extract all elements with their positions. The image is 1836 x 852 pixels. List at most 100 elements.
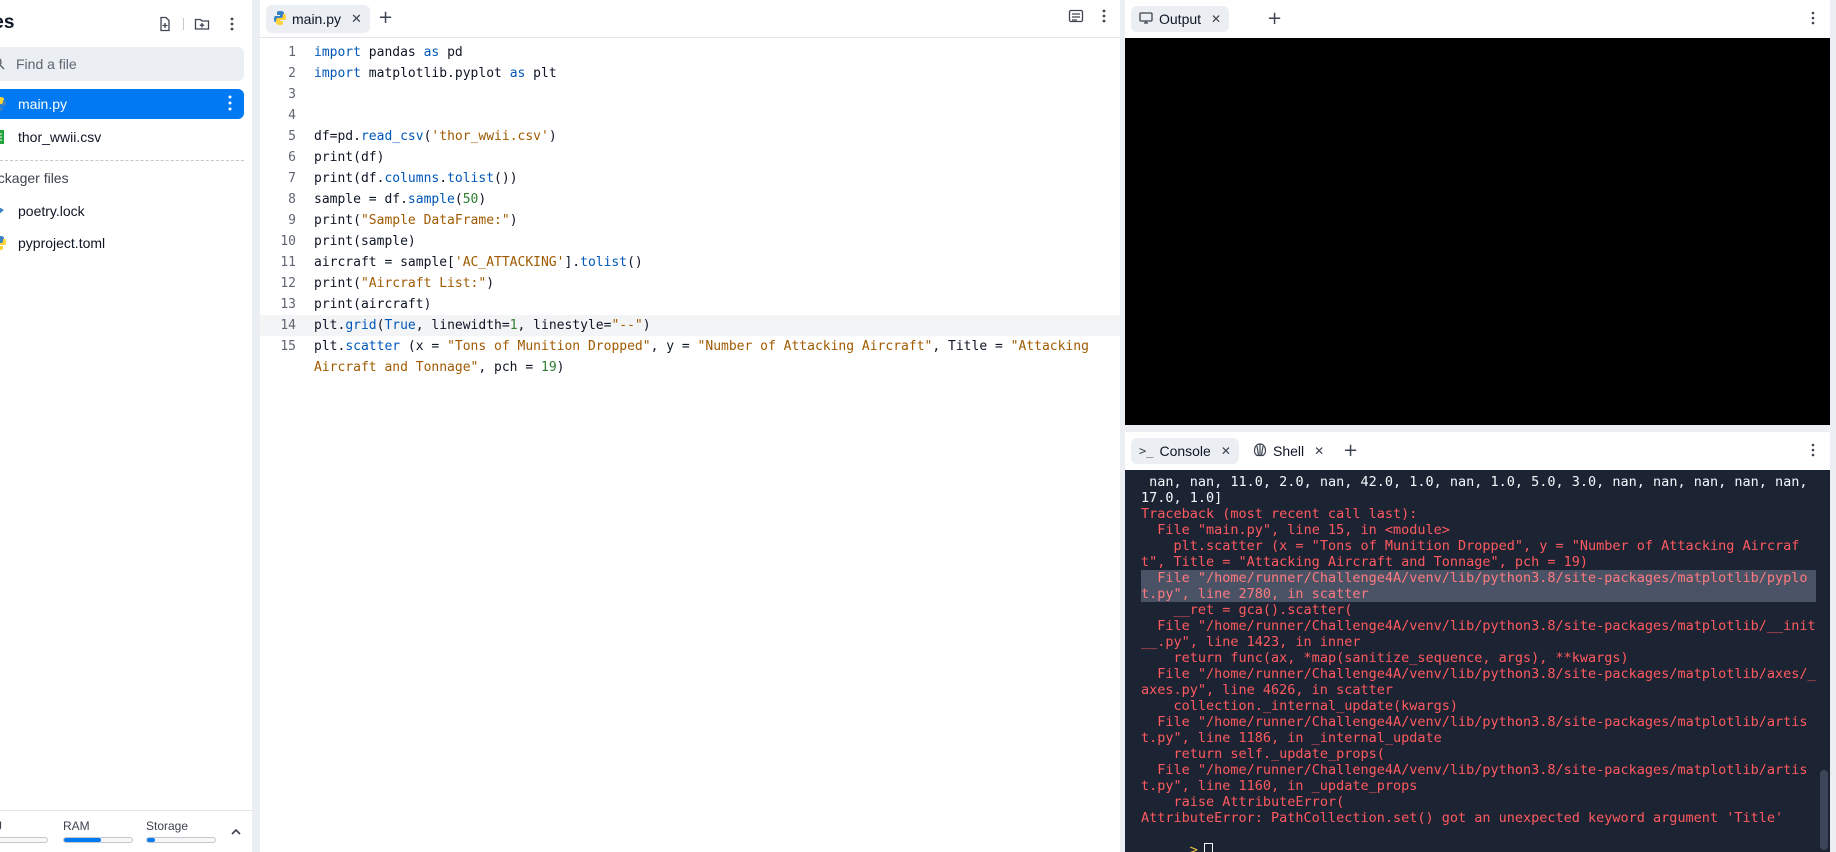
tab-label: Output — [1159, 11, 1202, 27]
code-line[interactable]: 3 — [260, 84, 1120, 105]
console-line: File "/home/runner/Challenge4A/venv/lib/… — [1141, 618, 1816, 650]
console-output[interactable]: nan, nan, 11.0, 2.0, nan, 42.0, 1.0, nan… — [1125, 470, 1830, 852]
new-folder-icon[interactable] — [190, 12, 214, 36]
csv-file-icon — [0, 130, 6, 144]
shell-icon — [1253, 442, 1267, 460]
line-number: 9 — [288, 213, 296, 228]
console-line: Traceback (most recent call last): — [1141, 506, 1418, 522]
console-scrollbar[interactable] — [1820, 770, 1828, 850]
sidebar-divider — [0, 160, 244, 161]
line-code: import matplotlib.pyplot as plt — [314, 66, 557, 81]
more-options-icon[interactable] — [1806, 442, 1820, 461]
file-item-poetry-lock[interactable]: poetry.lock — [0, 196, 244, 226]
console-line: File "/home/runner/Challenge4A/venv/lib/… — [1141, 714, 1808, 746]
more-options-icon[interactable] — [1806, 10, 1820, 29]
cpu-meter: J — [0, 819, 48, 843]
code-editor: main.py ✕ + 1 import pandas as pd 2 import … — [260, 0, 1120, 852]
ram-meter: RAM — [63, 819, 133, 843]
line-number: 1 — [288, 45, 296, 60]
file-name: pyproject.toml — [18, 235, 106, 251]
code-line[interactable]: 4 — [260, 105, 1120, 126]
more-options-icon[interactable] — [1096, 8, 1112, 28]
tab-console[interactable]: >_ Console ✕ — [1131, 438, 1239, 464]
editor-actions — [1068, 8, 1112, 28]
line-code: print(df) — [314, 150, 385, 165]
ram-fill — [64, 838, 102, 842]
tab-shell[interactable]: Shell ✕ — [1245, 438, 1332, 464]
line-code: print(aircraft) — [314, 297, 432, 312]
file-sidebar: les main.py — [0, 0, 252, 852]
tab-main-py[interactable]: main.py ✕ — [266, 5, 370, 33]
close-icon[interactable]: ✕ — [1314, 444, 1324, 458]
code-line[interactable]: 6 print(df) — [260, 147, 1120, 168]
python-file-icon — [0, 97, 6, 111]
line-number: 7 — [288, 171, 296, 186]
add-tab-icon[interactable]: + — [1267, 8, 1282, 29]
file-item-main-py[interactable]: main.py — [0, 89, 244, 119]
line-number: 13 — [280, 297, 296, 312]
line-number: 15 — [280, 339, 296, 354]
console-tabbar: >_ Console ✕ Shell ✕ + — [1125, 432, 1830, 470]
tab-label: main.py — [292, 11, 342, 27]
code-line[interactable]: 14 plt.grid(True, linewidth=1, linestyle=… — [260, 315, 1120, 336]
search-icon — [0, 55, 6, 74]
code-line[interactable]: 13 print(aircraft) — [260, 294, 1120, 315]
output-canvas[interactable] — [1125, 38, 1830, 425]
storage-fill — [147, 838, 156, 842]
close-icon[interactable]: ✕ — [1211, 12, 1221, 26]
code-line[interactable]: 9 print("Sample DataFrame:") — [260, 210, 1120, 231]
line-code: print(sample) — [314, 234, 416, 249]
console-line: collection._internal_update(kwargs) — [1141, 698, 1458, 714]
ram-track — [63, 837, 133, 843]
line-number: 2 — [288, 66, 296, 81]
line-number: 14 — [280, 318, 296, 333]
output-pane: Output ✕ + — [1125, 0, 1830, 425]
output-tabbar: Output ✕ + — [1125, 0, 1830, 38]
pane-splitter[interactable] — [1120, 0, 1124, 852]
line-code: print("Aircraft List:") — [314, 276, 495, 291]
action-separator — [183, 18, 184, 30]
file-search[interactable] — [0, 47, 244, 81]
console-line: File "/home/runner/Challenge4A/venv/lib/… — [1141, 666, 1816, 698]
line-code: import pandas as pd — [314, 45, 463, 60]
code-area[interactable]: 1 import pandas as pd 2 import matplotlib.p… — [260, 42, 1120, 378]
cpu-track — [0, 837, 48, 843]
line-code: print(df.columns.tolist()) — [314, 171, 518, 186]
search-input[interactable] — [16, 56, 216, 72]
close-icon[interactable]: ✕ — [351, 11, 362, 27]
tab-output[interactable]: Output ✕ — [1131, 6, 1230, 32]
format-icon[interactable] — [1068, 8, 1084, 28]
code-line[interactable]: 15 plt.scatter (x = "Tons of Munition Dro… — [260, 336, 1120, 378]
resources-bar[interactable]: J RAM Storage — [0, 810, 252, 852]
file-menu-icon[interactable] — [222, 94, 238, 115]
code-line[interactable]: 10 print(sample) — [260, 231, 1120, 252]
line-number: 10 — [280, 234, 296, 249]
console-prompt-line[interactable]: > — [1141, 826, 1816, 852]
console-line: plt.scatter (x = "Tons of Munition Dropp… — [1141, 538, 1800, 570]
terminal-icon: >_ — [1139, 444, 1154, 458]
line-number: 11 — [280, 255, 296, 270]
tab-label: Console — [1159, 443, 1211, 459]
code-line[interactable]: 12 print("Aircraft List:") — [260, 273, 1120, 294]
console-line: return func(ax, *map(sanitize_sequence, … — [1141, 650, 1629, 666]
code-line[interactable]: 2 import matplotlib.pyplot as plt — [260, 63, 1120, 84]
code-line[interactable]: 7 print(df.columns.tolist()) — [260, 168, 1120, 189]
file-item-pyproject-toml[interactable]: pyproject.toml — [0, 228, 244, 258]
line-number: 8 — [288, 192, 296, 207]
sidebar-actions — [153, 12, 244, 36]
add-tab-icon[interactable]: + — [1343, 440, 1358, 461]
sidebar-title: les — [0, 12, 15, 33]
more-options-icon[interactable] — [220, 12, 244, 36]
file-item-thor-wwii-csv[interactable]: thor_wwii.csv — [0, 122, 244, 152]
new-file-icon[interactable] — [153, 12, 177, 36]
line-code: plt.scatter (x = "Tons of Munition Dropp… — [314, 339, 1097, 375]
close-icon[interactable]: ✕ — [1221, 444, 1231, 458]
code-line[interactable]: 11 aircraft = sample['AC_ATTACKING'].toli… — [260, 252, 1120, 273]
code-line[interactable]: 5 df=pd.read_csv('thor_wwii.csv') — [260, 126, 1120, 147]
code-line[interactable]: 8 sample = df.sample(50) — [260, 189, 1120, 210]
line-code: plt.grid(True, linewidth=1, linestyle="-… — [314, 318, 651, 333]
code-line[interactable]: 1 import pandas as pd — [260, 42, 1120, 63]
console-line: File "main.py", line 15, in <module> — [1141, 522, 1450, 538]
add-tab-icon[interactable]: + — [378, 7, 393, 28]
chevron-up-icon[interactable] — [230, 823, 242, 842]
